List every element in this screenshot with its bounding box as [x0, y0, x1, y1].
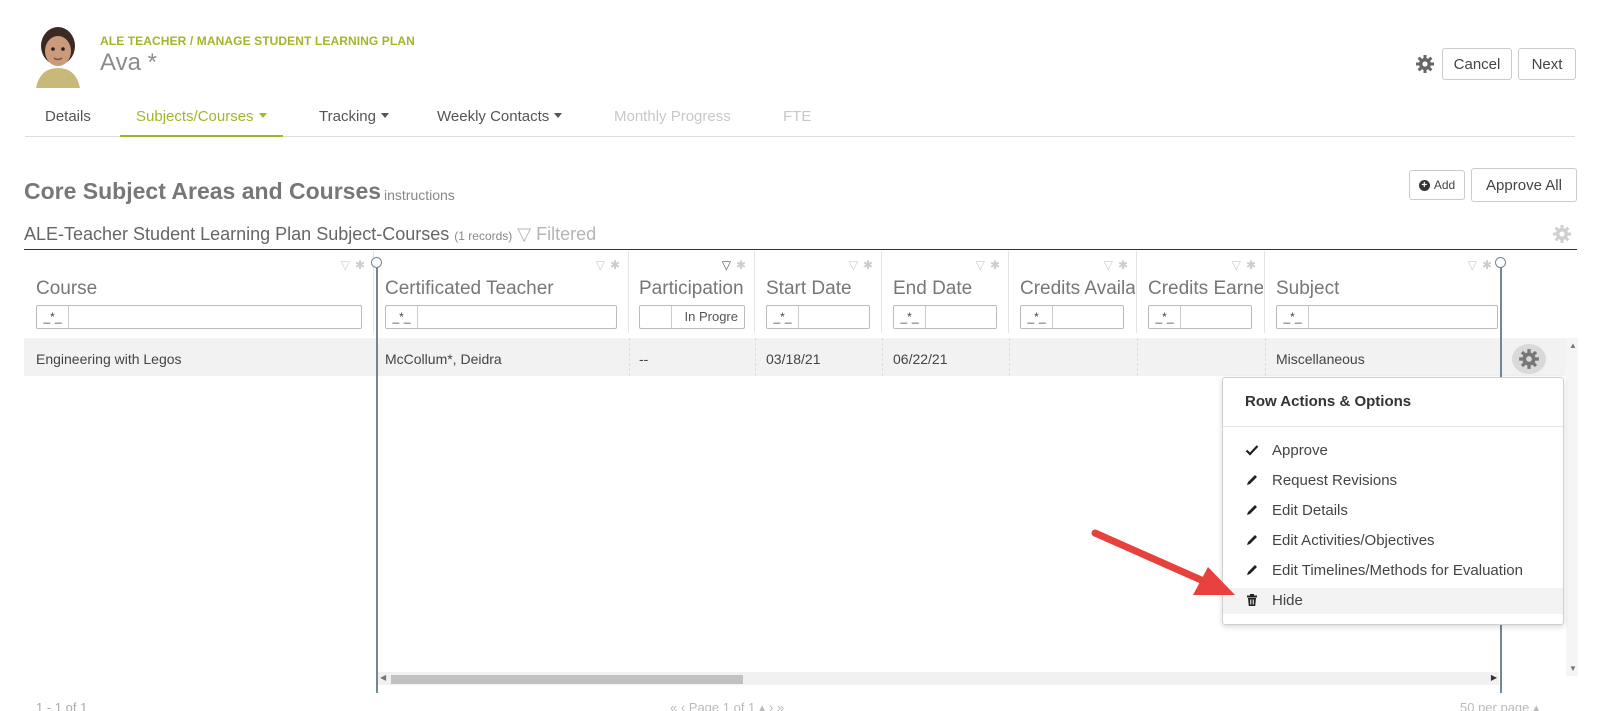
instructions-link[interactable]: instructions	[384, 187, 455, 203]
filter-icon[interactable]: ▽	[1468, 258, 1477, 272]
next-button[interactable]: Next	[1518, 48, 1576, 80]
participation-filter-input[interactable]: In Progre	[639, 305, 745, 329]
pencil-icon	[1245, 533, 1259, 547]
gear-icon[interactable]: ✱	[863, 258, 873, 272]
grid-top-border	[24, 249, 1577, 250]
gear-icon[interactable]: ✱	[1482, 258, 1492, 272]
tab-weekly-contacts[interactable]: Weekly Contacts	[437, 108, 563, 137]
gear-icon[interactable]: ✱	[1118, 258, 1128, 272]
chevron-down-icon	[258, 113, 267, 118]
menu-item-hide[interactable]: Hide	[1223, 588, 1563, 614]
credits-earned-filter-input[interactable]: _*_	[1148, 305, 1252, 329]
breadcrumb: ALE TEACHER / MANAGE STUDENT LEARNING PL…	[100, 34, 415, 48]
cell-course: Engineering with Legos	[36, 351, 182, 367]
tab-monthly-progress: Monthly Progress	[614, 108, 731, 125]
page-title: Ava *	[100, 49, 157, 76]
menu-divider	[1223, 426, 1563, 427]
gear-icon[interactable]: ✱	[990, 258, 1000, 272]
tab-tracking[interactable]: Tracking	[319, 108, 389, 137]
gear-icon[interactable]: ✱	[1246, 258, 1256, 272]
menu-item-edit-details[interactable]: Edit Details	[1223, 498, 1563, 524]
vertical-scrollbar[interactable]: ▲ ▼	[1566, 338, 1578, 676]
tab-details[interactable]: Details	[45, 108, 91, 137]
gear-icon[interactable]: ✱	[736, 258, 746, 272]
filter-status[interactable]: ▽ Filtered	[517, 224, 596, 244]
student-avatar	[30, 24, 86, 88]
trash-icon	[1245, 593, 1259, 607]
tab-bar: Details Subjects/Courses Tracking Weekly…	[25, 108, 1575, 137]
start-date-filter-input[interactable]: _*_	[766, 305, 870, 329]
filter-icon: ▽	[517, 224, 532, 244]
plus-circle-icon: +	[1418, 179, 1430, 191]
filter-icon[interactable]: ▽	[341, 258, 350, 272]
horizontal-scrollbar[interactable]: ◀ ▶	[378, 672, 1499, 685]
filter-icon[interactable]: ▽	[976, 258, 985, 272]
column-header-credits-earned[interactable]: ▽ ✱ Credits Earne _*_	[1148, 251, 1265, 333]
column-header-course[interactable]: ▽ ✱ Course _*_	[36, 251, 374, 333]
annotation-arrow	[1090, 525, 1240, 605]
subject-filter-input[interactable]: _*_	[1276, 305, 1498, 329]
gear-icon	[1519, 349, 1539, 369]
pencil-icon	[1245, 563, 1259, 577]
pencil-icon	[1245, 503, 1259, 517]
teacher-filter-input[interactable]: _*_	[385, 305, 617, 329]
column-header-subject[interactable]: ▽ ✱ Subject _*_	[1276, 251, 1500, 333]
frozen-column-handle[interactable]	[1495, 257, 1506, 268]
column-header-start-date[interactable]: ▽ ✱ Start Date _*_	[766, 251, 882, 333]
scroll-left-icon[interactable]: ◀	[380, 673, 386, 682]
settings-gear-icon[interactable]	[1415, 54, 1435, 74]
cancel-button[interactable]: Cancel	[1442, 48, 1512, 80]
frozen-column-handle[interactable]	[371, 257, 382, 268]
filter-icon[interactable]: ▽	[596, 258, 605, 272]
record-count: (1 records)	[454, 229, 513, 243]
record-range: 1 - 1 of 1	[36, 700, 88, 711]
column-header-teacher[interactable]: ▽ ✱ Certificated Teacher _*_	[385, 251, 629, 333]
chevron-down-icon	[554, 113, 563, 118]
column-header-participation[interactable]: ▽ ✱ Participation In Progre	[639, 251, 755, 333]
check-icon	[1245, 443, 1259, 457]
menu-item-edit-activities[interactable]: Edit Activities/Objectives	[1223, 528, 1563, 554]
approve-all-button[interactable]: Approve All	[1471, 168, 1577, 202]
chevron-down-icon	[380, 113, 389, 118]
menu-title: Row Actions & Options	[1245, 393, 1412, 410]
course-filter-input[interactable]: _*_	[36, 305, 362, 329]
gear-icon[interactable]: ✱	[610, 258, 620, 272]
row-actions-menu: Row Actions & Options Approve Request Re…	[1222, 377, 1564, 625]
cell-end-date: 06/22/21	[893, 351, 948, 367]
cell-subject: Miscellaneous	[1276, 351, 1365, 367]
pager[interactable]: « ‹ Page 1 of 1 ▴ › »	[670, 700, 784, 711]
tab-subjects-courses[interactable]: Subjects/Courses	[120, 108, 283, 137]
menu-item-edit-timelines[interactable]: Edit Timelines/Methods for Evaluation	[1223, 558, 1563, 584]
horizontal-scroll-thumb[interactable]	[391, 675, 743, 684]
cell-start-date: 03/18/21	[766, 351, 821, 367]
frozen-column-divider[interactable]	[376, 258, 378, 693]
filter-icon[interactable]: ▽	[1104, 258, 1113, 272]
add-button[interactable]: + Add	[1409, 170, 1465, 200]
cell-teacher: McCollum*, Deidra	[385, 351, 502, 367]
scroll-down-icon[interactable]: ▼	[1569, 664, 1577, 673]
pencil-icon	[1245, 473, 1259, 487]
scroll-up-icon[interactable]: ▲	[1569, 341, 1577, 350]
menu-item-request-revisions[interactable]: Request Revisions	[1223, 468, 1563, 494]
scroll-right-icon[interactable]: ▶	[1491, 673, 1497, 682]
tab-fte: FTE	[783, 108, 812, 125]
filter-icon[interactable]: ▽	[1232, 258, 1241, 272]
filter-icon[interactable]: ▽	[722, 258, 731, 272]
end-date-filter-input[interactable]: _*_	[893, 305, 997, 329]
credits-available-filter-input[interactable]: _*_	[1020, 305, 1124, 329]
column-header-credits-available[interactable]: ▽ ✱ Credits Availa _*_	[1020, 251, 1137, 333]
gear-icon[interactable]: ✱	[355, 258, 365, 272]
cell-participation: --	[639, 351, 649, 367]
section-title: Core Subject Areas and Courses	[24, 178, 382, 204]
column-header-end-date[interactable]: ▽ ✱ End Date _*_	[893, 251, 1009, 333]
filter-icon[interactable]: ▽	[849, 258, 858, 272]
grid-settings-gear-icon[interactable]	[1552, 224, 1572, 244]
per-page-select[interactable]: 50 per page ▴	[1460, 700, 1540, 711]
row-actions-button[interactable]	[1512, 344, 1546, 374]
grid-title: ALE-Teacher Student Learning Plan Subjec…	[24, 224, 597, 244]
menu-item-approve[interactable]: Approve	[1223, 438, 1563, 464]
